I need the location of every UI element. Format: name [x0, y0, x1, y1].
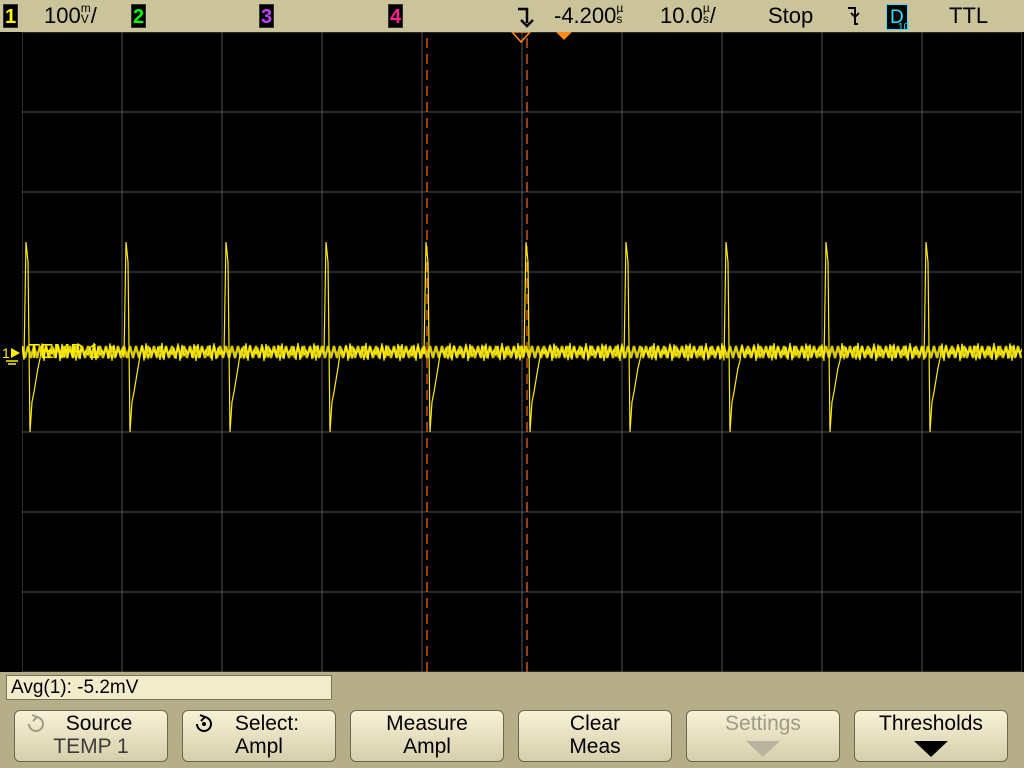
channel-3-indicator[interactable]: 3	[259, 3, 274, 29]
channel-2-indicator[interactable]: 2	[131, 3, 146, 29]
trace-label: TEMP 1	[28, 341, 100, 363]
falling-edge-icon	[846, 5, 860, 33]
channel-4-badge[interactable]: 4	[388, 4, 403, 28]
down-arrow-icon	[746, 741, 780, 757]
trigger-source-badge[interactable]: D 10	[886, 3, 909, 33]
trigger-level: TTL	[949, 3, 989, 28]
softkey-panel: Avg(1): -5.2mV Source TEMP 1 Select: Amp…	[0, 672, 1024, 768]
timebase-scale: 10.0 µ s /	[660, 1, 716, 28]
select-softkey[interactable]: Select: Ampl	[182, 710, 336, 762]
horizontal-delay: -4.200 µ s	[554, 1, 624, 28]
source-softkey[interactable]: Source TEMP 1	[14, 710, 168, 762]
channel-1-scale: 100 m V /	[44, 1, 97, 28]
waveform-display[interactable]	[20, 31, 1023, 673]
settings-softkey[interactable]: Settings	[686, 710, 840, 762]
graticule	[20, 31, 1023, 673]
trigger-position-icon	[515, 6, 535, 34]
status-bar: 1 100 m V/ 2 3 4 -4.200 µ s 10.0 µ s / Stop D 10…	[0, 0, 1024, 34]
delay-marker	[556, 32, 572, 40]
channel-1-ground-marker[interactable]: 1	[0, 340, 22, 366]
down-arrow-icon	[914, 741, 948, 757]
channel-4-indicator[interactable]: 4	[388, 3, 403, 29]
channel-2-badge[interactable]: 2	[131, 4, 146, 28]
channel-1-badge[interactable]: 1	[3, 4, 18, 28]
run-state: Stop	[768, 3, 814, 28]
ground-marker-number: 1	[2, 345, 10, 361]
measurement-readout: Avg(1): -5.2mV	[6, 675, 332, 700]
channel-1-indicator[interactable]: 1	[3, 3, 18, 29]
clear-meas-softkey[interactable]: Clear Meas	[518, 710, 672, 762]
measure-softkey[interactable]: Measure Ampl	[350, 710, 504, 762]
thresholds-softkey[interactable]: Thresholds	[854, 710, 1008, 762]
channel-3-badge[interactable]: 3	[259, 4, 274, 28]
